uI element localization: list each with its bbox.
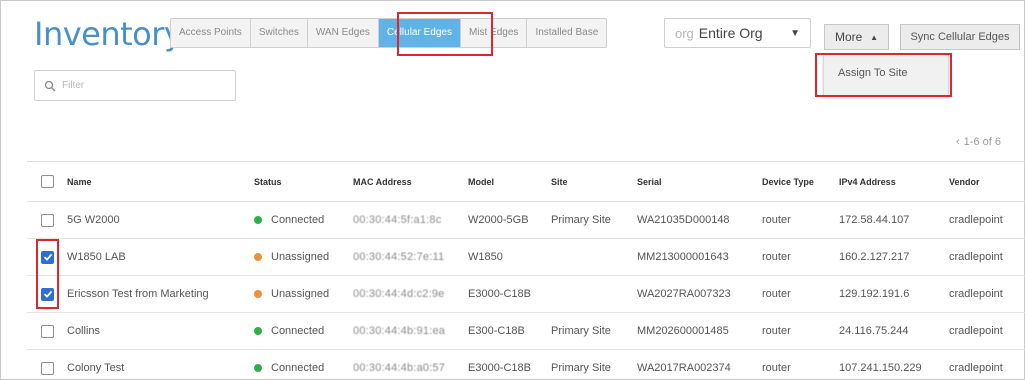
status-dot-icon — [254, 327, 262, 335]
search-icon — [44, 80, 56, 91]
column-header-vendor[interactable]: Vendor — [949, 162, 1025, 201]
device-name: W1850 LAB — [67, 251, 126, 263]
status-dot-icon — [254, 216, 262, 224]
device-type: router — [762, 214, 791, 226]
tab-cellular-edges[interactable]: Cellular Edges — [378, 19, 461, 47]
chevron-left-icon[interactable]: ‹ — [956, 136, 960, 148]
status-dot-icon — [254, 253, 262, 261]
inventory-panel: Inventory Access Points Switches WAN Edg… — [0, 0, 1025, 380]
checkmark-icon — [43, 290, 52, 298]
device-type-tabs: Access Points Switches WAN Edges Cellula… — [170, 18, 608, 48]
device-status: Unassigned — [271, 251, 330, 263]
checkmark-icon — [43, 253, 52, 261]
device-vendor: cradlepoint — [949, 362, 1003, 374]
device-status: Connected — [271, 362, 325, 374]
device-serial: MM202600001485 — [637, 325, 729, 337]
device-vendor: cradlepoint — [949, 288, 1003, 300]
caret-up-icon: ▲ — [870, 32, 878, 42]
device-model: E3000-C18B — [468, 362, 531, 374]
device-vendor: cradlepoint — [949, 325, 1003, 337]
org-scope-value: Entire Org — [698, 25, 763, 41]
device-serial: WA21035D000148 — [637, 214, 730, 226]
caret-down-icon: ▼ — [790, 27, 800, 39]
tab-access-points[interactable]: Access Points — [171, 19, 251, 47]
more-button-label: More — [835, 30, 863, 44]
device-ipv4: 160.2.127.217 — [839, 251, 910, 263]
assign-to-site-menu-item[interactable]: Assign To Site — [838, 67, 908, 79]
inventory-table: Name Status MAC Address Model Site Seria… — [27, 161, 1025, 380]
table-row[interactable]: Collins Connected 00:30:44:4b:91:ea E300… — [27, 313, 1025, 350]
device-mac: 00:30:44:4b:91:ea — [353, 325, 446, 337]
column-header-name[interactable]: Name — [67, 162, 257, 201]
device-model: W2000-5GB — [468, 214, 529, 226]
column-header-ipv4[interactable]: IPv4 Address — [839, 162, 944, 201]
row-checkbox[interactable] — [41, 361, 54, 375]
device-site: Primary Site — [551, 214, 611, 226]
device-serial: WA2027RA007323 — [637, 288, 731, 300]
tab-wan-edges[interactable]: WAN Edges — [308, 19, 379, 47]
device-mac: 00:30:44:5f:a1:8c — [353, 214, 442, 226]
page-title: Inventory — [34, 15, 183, 53]
device-site: Primary Site — [551, 325, 611, 337]
device-name: Ericsson Test from Marketing — [67, 288, 209, 300]
device-ipv4: 129.192.191.6 — [839, 288, 910, 300]
device-status: Connected — [271, 214, 325, 226]
device-type: router — [762, 362, 791, 374]
row-checkbox[interactable] — [41, 213, 54, 227]
filter-field[interactable] — [34, 70, 236, 101]
device-vendor: cradlepoint — [949, 251, 1003, 263]
device-model: E300-C18B — [468, 325, 525, 337]
device-status: Connected — [271, 325, 325, 337]
device-mac: 00:30:44:4d:c2:9e — [353, 288, 445, 300]
table-row[interactable]: Ericsson Test from Marketing Unassigned … — [27, 276, 1025, 313]
sync-cellular-edges-button[interactable]: Sync Cellular Edges — [900, 24, 1020, 50]
device-mac: 00:30:44:52:7e:11 — [353, 251, 445, 263]
filter-input[interactable] — [62, 80, 222, 91]
column-header-site[interactable]: Site — [551, 162, 637, 201]
device-name: Colony Test — [67, 362, 125, 374]
device-site: Primary Site — [551, 362, 611, 374]
column-header-serial[interactable]: Serial — [637, 162, 763, 201]
more-button[interactable]: More ▲ — [824, 24, 889, 50]
row-checkbox[interactable] — [41, 287, 54, 301]
device-ipv4: 24.116.75.244 — [839, 325, 909, 337]
tab-switches[interactable]: Switches — [251, 19, 308, 47]
device-name: Collins — [67, 325, 101, 337]
device-model: W1850 — [468, 251, 503, 263]
device-ipv4: 172.58.44.107 — [839, 214, 910, 226]
table-header-row: Name Status MAC Address Model Site Seria… — [27, 162, 1025, 202]
device-vendor: cradlepoint — [949, 214, 1003, 226]
device-model: E3000-C18B — [468, 288, 531, 300]
pagination-range: 1-6 of 6 — [963, 136, 1001, 148]
row-checkbox[interactable] — [41, 324, 54, 338]
pagination: ‹ 1-6 of 6 — [956, 136, 1005, 148]
device-site — [551, 239, 637, 275]
device-serial: MM213000001643 — [637, 251, 729, 263]
column-header-status[interactable]: Status — [254, 162, 354, 201]
more-dropdown-menu: Assign To Site — [823, 53, 949, 97]
status-dot-icon — [254, 364, 262, 372]
select-all-checkbox[interactable] — [41, 175, 54, 188]
table-row[interactable]: Colony Test Connected 00:30:44:4b:a0:57 … — [27, 350, 1025, 380]
device-site — [551, 276, 637, 312]
device-status: Unassigned — [271, 288, 330, 300]
device-type: router — [762, 325, 791, 337]
table-row[interactable]: W1850 LAB Unassigned 00:30:44:52:7e:11 W… — [27, 239, 1025, 276]
device-mac: 00:30:44:4b:a0:57 — [353, 362, 446, 374]
column-header-mac[interactable]: MAC Address — [353, 162, 468, 201]
org-scope-select[interactable]: org Entire Org ▼ — [664, 18, 811, 48]
device-ipv4: 107.241.150.229 — [839, 362, 922, 374]
column-header-device-type[interactable]: Device Type — [762, 162, 838, 201]
device-name: 5G W2000 — [67, 214, 120, 226]
column-header-model[interactable]: Model — [468, 162, 552, 201]
device-type: router — [762, 288, 791, 300]
device-serial: WA2017RA002374 — [637, 362, 731, 374]
row-checkbox[interactable] — [41, 250, 54, 264]
table-row[interactable]: 5G W2000 Connected 00:30:44:5f:a1:8c W20… — [27, 202, 1025, 239]
tab-mist-edges[interactable]: Mist Edges — [461, 19, 528, 47]
device-type: router — [762, 251, 791, 263]
status-dot-icon — [254, 290, 262, 298]
tab-installed-base[interactable]: Installed Base — [527, 19, 606, 47]
org-prefix-label: org — [675, 25, 694, 41]
